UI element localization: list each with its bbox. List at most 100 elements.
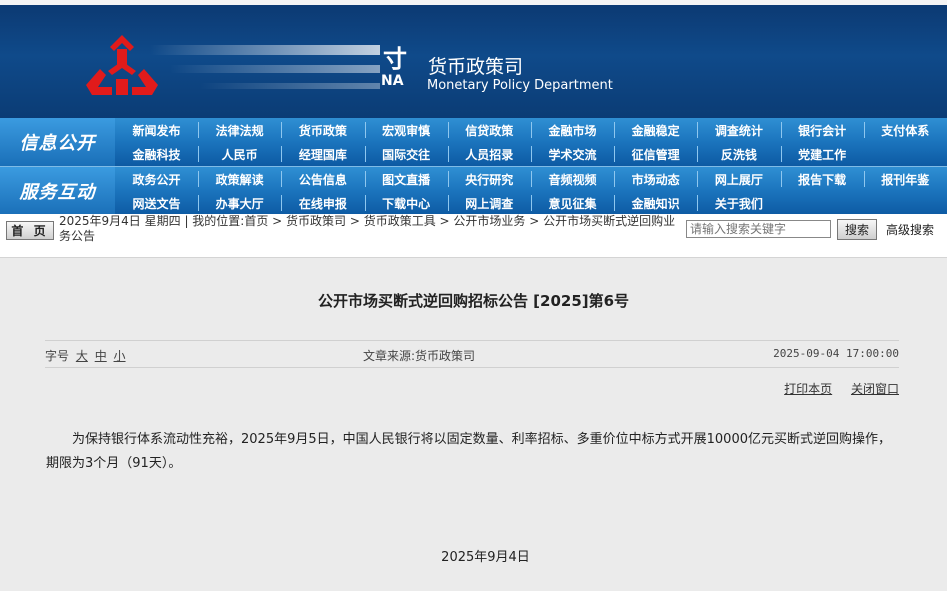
nav-separator — [281, 195, 283, 211]
font-size-label: 字号 — [45, 349, 70, 363]
nav-separator — [447, 171, 449, 187]
nav-item[interactable]: 反洗钱 — [697, 142, 780, 166]
nav-separator — [281, 171, 283, 187]
nav-item[interactable]: 信贷政策 — [448, 118, 531, 142]
nav-separator — [281, 146, 283, 162]
pboc-logo-icon — [86, 35, 158, 95]
nav-item[interactable]: 调查统计 — [697, 118, 780, 142]
search-button[interactable]: 搜索 — [837, 219, 877, 240]
home-button[interactable]: 首 页 — [6, 221, 54, 240]
nav-item[interactable]: 金融科技 — [115, 142, 198, 166]
article-actions: 打印本页 关闭窗口 — [769, 380, 899, 397]
nav-separator — [364, 171, 366, 187]
article-content: 公开市场买断式逆回购招标公告 [2025]第6号 字号 大 中 小 文章来源:货… — [0, 258, 947, 591]
nav-item[interactable]: 人民币 — [198, 142, 281, 166]
nav-item[interactable]: 金融市场 — [531, 118, 614, 142]
nav-item[interactable]: 国际交往 — [365, 142, 448, 166]
nav-item[interactable]: 金融稳定 — [614, 118, 697, 142]
nav-separator — [364, 195, 366, 211]
article-meta: 字号 大 中 小 文章来源:货币政策司 2025-09-04 17:00:00 — [45, 340, 899, 368]
nav-item[interactable]: 意见征集 — [531, 191, 614, 215]
nav-item[interactable]: 经理国库 — [281, 142, 364, 166]
nav-separator — [780, 122, 782, 138]
nav-separator — [198, 122, 200, 138]
font-size-large[interactable]: 大 — [76, 349, 88, 363]
nav-item[interactable]: 市场动态 — [614, 167, 697, 191]
search-input[interactable] — [686, 220, 831, 238]
nav-item[interactable]: 政务公开 — [115, 167, 198, 191]
nav-item[interactable]: 央行研究 — [448, 167, 531, 191]
nav-item[interactable]: 报刊年鉴 — [864, 167, 947, 191]
nav-item[interactable]: 征信管理 — [614, 142, 697, 166]
nav-item[interactable]: 金融知识 — [614, 191, 697, 215]
nav-separator — [364, 146, 366, 162]
nav-separator — [780, 171, 782, 187]
nav-item[interactable]: 银行会计 — [781, 118, 864, 142]
article-source: 文章来源:货币政策司 — [363, 349, 476, 363]
site-banner: 寸 NA 货币政策司 Monetary Policy Department — [0, 5, 947, 118]
nav-heading-service: 服务互动 — [0, 167, 115, 215]
light-streak — [150, 45, 380, 55]
nav-separator — [697, 195, 699, 211]
nav-separator — [198, 146, 200, 162]
nav-item[interactable]: 新闻发布 — [115, 118, 198, 142]
nav-row-info: 信息公开 新闻发布 法律法规 货币政策 宏观审慎 信贷政策 金融市场 金融稳定 调查统计 银行会… — [0, 118, 947, 166]
nav-item[interactable]: 关于我们 — [697, 191, 780, 215]
nav-item[interactable]: 法律法规 — [198, 118, 281, 142]
nav-item[interactable]: 货币政策 — [281, 118, 364, 142]
page-title: 公开市场买断式逆回购招标公告 [2025]第6号 — [317, 292, 630, 310]
nav-grid: 新闻发布 法律法规 货币政策 宏观审慎 信贷政策 金融市场 金融稳定 调查统计 银行会计 支付体系… — [115, 118, 947, 166]
department-name-cn: 货币政策司 — [428, 56, 524, 78]
nav-separator — [697, 146, 699, 162]
font-size-medium[interactable]: 中 — [95, 349, 107, 363]
nav-heading-info: 信息公开 — [0, 118, 115, 166]
main-navigation: 信息公开 新闻发布 法律法规 货币政策 宏观审慎 信贷政策 金融市场 金融稳定 调查统计 银行会… — [0, 118, 947, 215]
nav-item[interactable]: 图文直播 — [365, 167, 448, 191]
font-size-small[interactable]: 小 — [114, 349, 126, 363]
nav-separator — [863, 171, 865, 187]
nav-separator — [364, 122, 366, 138]
nav-item[interactable]: 人员招录 — [448, 142, 531, 166]
nav-separator — [863, 122, 865, 138]
nav-separator — [614, 195, 616, 211]
nav-item[interactable]: 网上调查 — [448, 191, 531, 215]
nav-item[interactable]: 党建工作 — [781, 142, 864, 166]
nav-separator — [198, 195, 200, 211]
nav-item[interactable]: 公告信息 — [281, 167, 364, 191]
nav-separator — [697, 122, 699, 138]
nav-row-service: 服务互动 政务公开 政策解读 公告信息 图文直播 央行研究 音频视频 市场动态 网上展厅 报告下… — [0, 166, 947, 215]
nav-item[interactable]: 政策解读 — [198, 167, 281, 191]
light-streak — [200, 83, 380, 89]
nav-separator — [281, 122, 283, 138]
nav-item[interactable]: 宏观审慎 — [365, 118, 448, 142]
nav-item[interactable]: 支付体系 — [864, 118, 947, 142]
nav-separator — [447, 122, 449, 138]
close-window-link[interactable]: 关闭窗口 — [851, 382, 899, 396]
nav-item[interactable]: 音频视频 — [531, 167, 614, 191]
nav-separator — [447, 195, 449, 211]
nav-separator — [531, 146, 532, 162]
print-link[interactable]: 打印本页 — [784, 382, 832, 396]
nav-item[interactable]: 办事大厅 — [198, 191, 281, 215]
breadcrumb-bar: 首 页 2025年9月4日 星期四 | 我的位置:首页 > 货币政策司 > 货币… — [0, 214, 947, 258]
nav-item[interactable]: 下载中心 — [365, 191, 448, 215]
nav-item[interactable]: 学术交流 — [531, 142, 614, 166]
article-date: 2025年9月4日 — [441, 550, 530, 565]
logo-text-fragment: NA — [381, 73, 404, 89]
nav-separator — [531, 122, 532, 138]
logo-text-fragment: 寸 — [383, 45, 407, 73]
advanced-search-link[interactable]: 高级搜索 — [886, 221, 934, 238]
nav-separator — [614, 146, 616, 162]
nav-separator — [198, 171, 200, 187]
nav-item[interactable]: 在线申报 — [281, 191, 364, 215]
nav-item[interactable]: 网上展厅 — [697, 167, 780, 191]
department-name-en: Monetary Policy Department — [427, 78, 613, 93]
nav-separator — [614, 171, 616, 187]
nav-separator — [697, 171, 699, 187]
nav-separator — [531, 195, 532, 211]
nav-item[interactable]: 报告下载 — [781, 167, 864, 191]
article-time: 2025-09-04 17:00:00 — [773, 347, 899, 360]
font-size-controls: 字号 大 中 小 — [45, 347, 126, 364]
article-body: 为保持银行体系流动性充裕，2025年9月5日，中国人民银行将以固定数量、利率招标… — [46, 432, 891, 471]
nav-item[interactable]: 网送文告 — [115, 191, 198, 215]
